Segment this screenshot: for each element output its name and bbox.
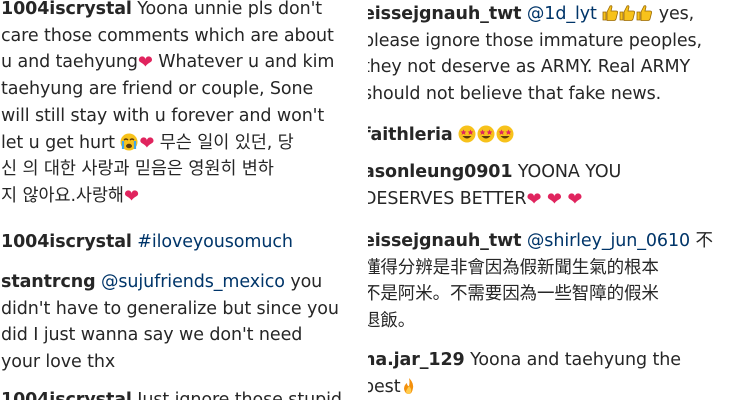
star-struck-face-icon bbox=[458, 125, 476, 143]
red-heart-icon: ❤ bbox=[123, 185, 139, 207]
comment-text: yes, bbox=[653, 4, 695, 24]
comment-text: 退飯。 bbox=[368, 311, 416, 332]
comment-text: will still stay with u forever and won't bbox=[1, 105, 325, 126]
comment-text: taehyung are friend or couple, Sone bbox=[1, 79, 314, 100]
comment: 1004iscrystal Yoona unnie pls don't care… bbox=[1, 0, 334, 210]
comment-username[interactable]: faithleria bbox=[368, 125, 453, 145]
comment-text: did I just wanna say we don't need bbox=[1, 325, 303, 346]
comment-text: 不 bbox=[690, 231, 714, 251]
comment-text: 지 않아요.사랑해 bbox=[1, 185, 124, 206]
comment-text: please ignore those immature peoples, bbox=[368, 30, 702, 51]
red-heart-icon: ❤ bbox=[567, 188, 583, 210]
thumbs-up-icon bbox=[619, 4, 636, 21]
comment-username[interactable]: 1004iscrystal bbox=[1, 390, 132, 400]
red-heart-icon: ❤ bbox=[546, 188, 562, 210]
comment-text: Yoona and taehyung the bbox=[470, 350, 681, 370]
comment-username[interactable]: eissejgnauh_twt bbox=[368, 4, 522, 24]
comment-text: Whatever u and kim bbox=[152, 52, 335, 73]
crying-face-icon bbox=[120, 133, 138, 151]
thumbs-up-icon bbox=[602, 4, 619, 21]
comment-text: you bbox=[284, 272, 323, 292]
comment-text: u and taehyung bbox=[1, 52, 138, 73]
comment-text: didn't have to generalize but since you bbox=[1, 298, 339, 319]
star-struck-face-icon bbox=[477, 125, 495, 143]
comment-text: 懂得分辨是非會因為假新聞生氣的根本 bbox=[368, 257, 659, 278]
red-heart-icon: ❤ bbox=[137, 52, 153, 74]
comment: faithleria bbox=[368, 122, 515, 149]
sparkling-heart-icon: ❤ bbox=[139, 132, 155, 154]
comment: eissejgnauh_twt @1d_lyt yes, please igno… bbox=[368, 1, 702, 108]
comment-text: Just ignore those stupid bbox=[137, 390, 342, 400]
comment-username[interactable]: na.jar_129 bbox=[368, 350, 465, 370]
comment-text: Yoona unnie pls don't bbox=[137, 0, 323, 19]
comment-text: DESERVES BETTER bbox=[368, 188, 527, 209]
comment-text: should not believe that fake news. bbox=[368, 84, 662, 105]
comment-username[interactable]: 1004iscrystal bbox=[1, 232, 132, 252]
fire-icon bbox=[400, 377, 418, 395]
comment-text: 不是阿米。不需要因為一些智障的假米 bbox=[368, 284, 659, 305]
mention-link[interactable]: @sujufriends_mexico bbox=[101, 272, 285, 292]
comment-username[interactable]: asonleung0901 bbox=[368, 162, 513, 182]
comment-username[interactable]: eissejgnauh_twt bbox=[368, 231, 522, 251]
comment-text: 무슨 일이 있던, 당 bbox=[159, 132, 294, 153]
comment-text: care those comments which are about bbox=[1, 25, 334, 46]
comment: asonleung0901 YOONA YOU DESERVES BETTER❤… bbox=[368, 159, 621, 212]
comment-text: best bbox=[368, 376, 401, 397]
right-comments-panel: eissejgnauh_twt @1d_lyt yes, please igno… bbox=[368, 0, 746, 400]
comment-text: 신 의 대한 사랑과 믿음은 영원히 변하 bbox=[1, 159, 274, 180]
comment: eissejgnauh_twt @shirley_jun_0610 不 懂得分辨… bbox=[368, 228, 713, 335]
hashtag-link[interactable]: #iloveyousomuch bbox=[137, 232, 293, 252]
thumbs-up-icon bbox=[636, 4, 653, 21]
comment: na.jar_129 Yoona and taehyung the best bbox=[368, 347, 681, 400]
comment: 1004iscrystal Just ignore those stupid bbox=[1, 387, 342, 400]
comment-username[interactable]: stantrcng bbox=[1, 272, 96, 292]
comment: stantrcng @sujufriends_mexico you didn't… bbox=[1, 269, 339, 376]
comment-text: let u get hurt bbox=[1, 132, 115, 153]
comment-username[interactable]: 1004iscrystal bbox=[1, 0, 132, 19]
red-heart-icon: ❤ bbox=[526, 188, 542, 210]
mention-link[interactable]: @1d_lyt bbox=[527, 4, 597, 24]
mention-link[interactable]: @shirley_jun_0610 bbox=[527, 231, 690, 251]
comment: 1004iscrystal #iloveyousomuch bbox=[1, 229, 293, 256]
star-struck-face-icon bbox=[496, 125, 514, 143]
comment-text: your love thx bbox=[1, 352, 116, 373]
left-comments-panel: 1004iscrystal Yoona unnie pls don't care… bbox=[0, 0, 366, 400]
comment-text: YOONA YOU bbox=[517, 162, 622, 182]
comment-text: they not deserve as ARMY. Real ARMY bbox=[368, 57, 691, 78]
